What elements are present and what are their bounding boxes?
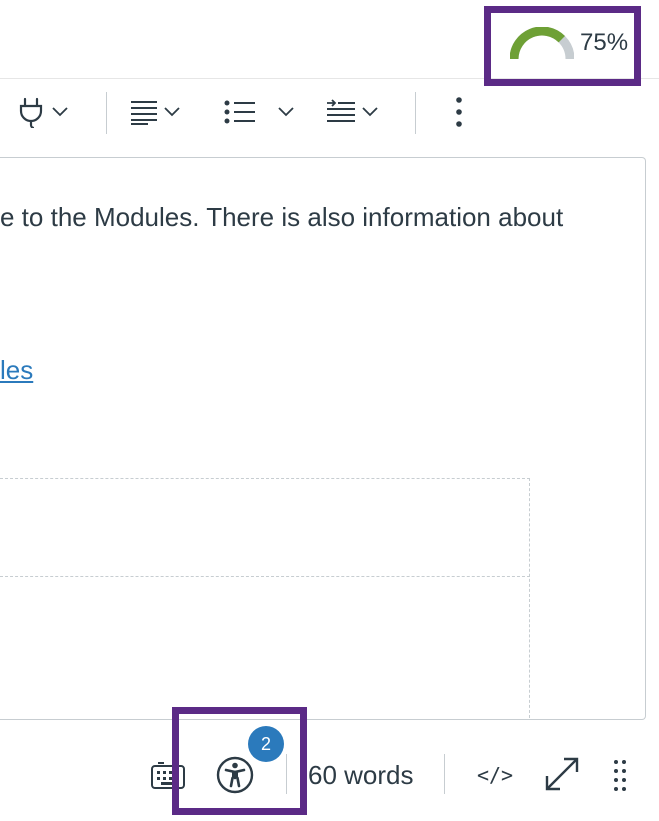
code-icon: </> — [476, 763, 514, 787]
editor-toolbar — [0, 80, 659, 142]
chevron-down-icon — [52, 107, 68, 117]
chevron-down-icon — [164, 107, 180, 117]
drag-handle-icon — [614, 760, 626, 791]
indent-icon — [327, 99, 355, 122]
indent-button[interactable] — [326, 92, 378, 132]
resize-handle[interactable] — [608, 756, 632, 796]
plugins-button[interactable] — [16, 92, 68, 132]
expand-icon — [545, 757, 579, 791]
align-button[interactable] — [130, 92, 180, 132]
content-paragraph: e to the Modules. There is also informat… — [0, 202, 564, 232]
list-button[interactable] — [224, 92, 294, 132]
chevron-down-icon — [362, 107, 378, 117]
toolbar-separator — [415, 92, 416, 134]
fullscreen-button[interactable] — [540, 752, 584, 796]
editor-page: 75% e to the Modules. There is also info… — [0, 0, 659, 821]
more-icon — [456, 97, 462, 127]
content-table — [0, 478, 530, 718]
align-icon — [131, 101, 157, 125]
chevron-down-icon — [278, 107, 294, 117]
list-icon — [224, 100, 255, 124]
score-highlight-box — [484, 6, 641, 86]
statusbar-separator — [444, 754, 445, 794]
statusbar-separator — [286, 754, 287, 794]
more-options-button[interactable] — [454, 92, 464, 132]
modules-link[interactable]: les — [0, 355, 33, 386]
toolbar-separator — [106, 92, 107, 134]
word-count: 60 words — [308, 760, 414, 790]
html-editor-button[interactable]: </> — [470, 760, 520, 790]
plug-icon — [19, 97, 43, 128]
table-row-divider — [0, 576, 530, 577]
